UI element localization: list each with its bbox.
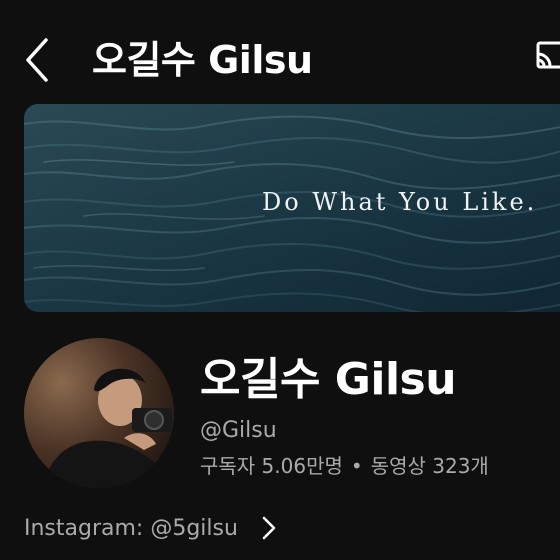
channel-links-row[interactable]: Instagram: @5gilsu [24, 512, 278, 544]
chevron-right-icon [262, 516, 276, 540]
cast-icon [536, 41, 560, 69]
banner-slogan: Do What You Like. [262, 188, 538, 216]
top-app-bar: 오길수 Gilsu [0, 0, 560, 104]
channel-banner: Do What You Like. [24, 104, 560, 312]
avatar[interactable] [24, 338, 174, 488]
chevron-left-icon [26, 38, 48, 82]
channel-name: 오길수 Gilsu [200, 354, 457, 405]
channel-stats: 구독자 5.06만명 • 동영상 323개 [200, 450, 489, 479]
video-count: 동영상 323개 [370, 454, 489, 478]
instagram-link[interactable]: Instagram: @5gilsu [24, 516, 238, 541]
cast-button[interactable] [536, 40, 560, 76]
profile-photo [24, 338, 174, 488]
channel-handle: @Gilsu [200, 418, 277, 443]
subscriber-count: 구독자 5.06만명 [200, 454, 343, 478]
separator-dot: • [350, 454, 363, 478]
page-title: 오길수 Gilsu [92, 38, 313, 82]
back-button[interactable] [18, 34, 58, 86]
